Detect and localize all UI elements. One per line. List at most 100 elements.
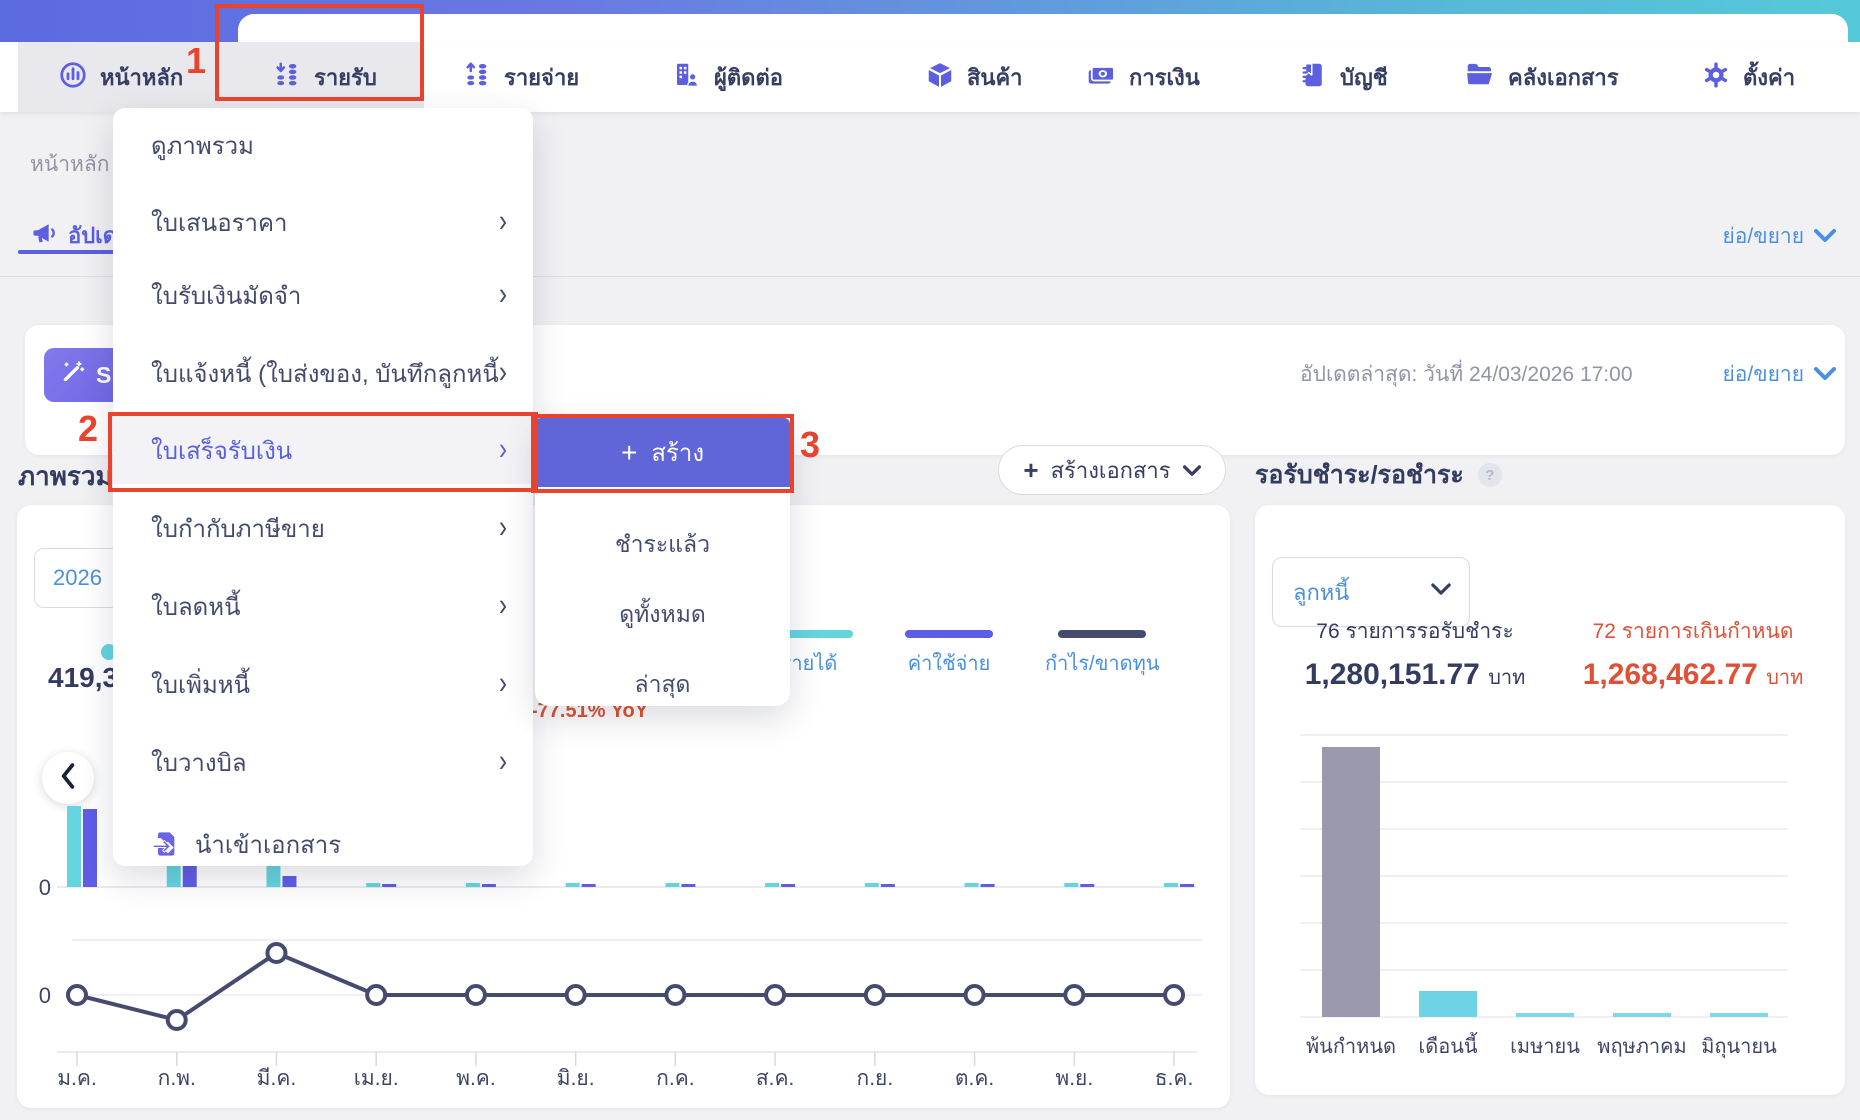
breadcrumb: หน้าหลัก bbox=[30, 153, 110, 176]
magic-wand-icon bbox=[60, 359, 86, 391]
chart-text: 0 bbox=[39, 875, 51, 900]
submenu-item-label: ดูทั้งหมด bbox=[619, 601, 706, 627]
create-document-button[interactable]: + สร้างเอกสาร bbox=[998, 445, 1226, 495]
documents-icon bbox=[1464, 60, 1496, 95]
recv-bar bbox=[1613, 1013, 1671, 1017]
expense-bar bbox=[681, 884, 696, 887]
megaphone-icon bbox=[30, 219, 58, 253]
revenue-bar bbox=[565, 883, 580, 887]
revenue-bar bbox=[366, 883, 381, 887]
chevron-right-icon: › bbox=[499, 743, 507, 779]
chart-text: ธ.ค. bbox=[1155, 1067, 1194, 1090]
profit-line bbox=[76, 950, 1175, 1023]
revenue-bar bbox=[765, 883, 780, 887]
recv-bar bbox=[1419, 991, 1477, 1017]
expense-bar bbox=[83, 809, 97, 887]
last-updated-text: อัปเดตล่าสุด: วันที่ 24/03/2026 17:00 bbox=[1300, 363, 1633, 386]
menu-item-7[interactable]: ใบเพิ่มหนี้ › bbox=[113, 650, 533, 718]
menu-item-2[interactable]: ใบรับเงินมัดจำ › bbox=[113, 261, 533, 329]
income-icon bbox=[272, 60, 302, 95]
menu-item-4[interactable]: ใบเสร็จรับเงิน › bbox=[113, 416, 533, 484]
menu-item-label: นำเข้าเอกสาร bbox=[195, 831, 342, 859]
revenue-bar bbox=[67, 806, 81, 887]
contacts-icon bbox=[672, 60, 702, 95]
line-marker bbox=[1063, 984, 1086, 1006]
help-icon[interactable]: ? bbox=[1477, 463, 1502, 487]
receipt-submenu: + สร้าง ชำระแล้ว ดูทั้งหมด ล่าสุด bbox=[535, 418, 790, 706]
nav-item-3[interactable]: ผู้ติดต่อ bbox=[672, 42, 783, 112]
plus-icon: + bbox=[620, 436, 638, 468]
menu-item-9[interactable]: นำเข้าเอกสาร bbox=[113, 810, 533, 878]
expense-bar bbox=[481, 884, 496, 887]
revenue-bar bbox=[665, 883, 680, 887]
chevron-right-icon: › bbox=[499, 354, 507, 390]
menu-item-1[interactable]: ใบเสนอราคา › bbox=[113, 188, 533, 256]
nav-item-2[interactable]: รายจ่าย bbox=[462, 42, 579, 112]
menu-item-label: ใบเสร็จรับเงิน bbox=[151, 437, 293, 465]
nav-item-label: รายจ่าย bbox=[504, 64, 580, 90]
line-marker bbox=[66, 984, 88, 1006]
collapse-toggle-banner[interactable]: ย่อ/ขยาย bbox=[1722, 358, 1836, 391]
line-marker bbox=[265, 942, 288, 964]
chevron-right-icon: › bbox=[499, 665, 507, 701]
chart-text: พ.ย. bbox=[1055, 1067, 1093, 1090]
nav-item-label: คลังเอกสาร bbox=[1508, 64, 1619, 90]
line-marker bbox=[365, 984, 388, 1006]
revenue-bar bbox=[964, 883, 979, 887]
chart-text: ม.ค. bbox=[57, 1067, 97, 1090]
plus-icon: + bbox=[1023, 454, 1039, 485]
menu-item-label: ใบรับเงินมัดจำ bbox=[151, 282, 302, 310]
income-dropdown-menu: ดูภาพรวม ใบเสนอราคา › ใบรับเงินมัดจำ › ใบแจ้ง… bbox=[113, 108, 533, 866]
expense-icon bbox=[462, 60, 492, 95]
menu-item-label: ใบเสนอราคา bbox=[151, 209, 288, 237]
nav-item-8[interactable]: ตั้งค่า bbox=[1701, 42, 1795, 112]
revenue-bar bbox=[1164, 883, 1179, 887]
create-receipt-button[interactable]: + สร้าง bbox=[535, 418, 790, 487]
home-icon bbox=[58, 60, 88, 95]
nav-item-1[interactable]: รายรับ bbox=[272, 42, 377, 112]
menu-item-6[interactable]: ใบลดหนี้ › bbox=[113, 572, 533, 640]
menu-item-0[interactable]: ดูภาพรวม bbox=[113, 111, 533, 179]
chart-text: พฤษภาคม bbox=[1597, 1036, 1686, 1058]
submenu-item-label: ชำระแล้ว bbox=[614, 531, 711, 557]
menu-item-3[interactable]: ใบแจ้งหนี้ (ใบส่งของ, บันทึกลูกหนี้) › bbox=[113, 339, 533, 407]
revenue-bar bbox=[864, 883, 879, 887]
create-document-label: สร้างเอกสาร bbox=[1050, 457, 1171, 483]
menu-item-5[interactable]: ใบกำกับภาษีขาย › bbox=[113, 494, 533, 562]
nav-item-6[interactable]: บัญชี bbox=[1298, 42, 1388, 112]
expense-bar bbox=[880, 884, 895, 887]
collapse-toggle-top-label: ย่อ/ขยาย bbox=[1722, 225, 1804, 248]
submenu-item-1[interactable]: ดูทั้งหมด bbox=[535, 582, 790, 648]
expense-bar bbox=[980, 884, 995, 887]
receivables-title: รอรับชำระ/รอชำระ bbox=[1255, 461, 1464, 489]
nav-item-0[interactable]: หน้าหลัก bbox=[58, 42, 183, 112]
chart-text: 0 bbox=[39, 983, 51, 1008]
receivables-bar-chart: พ้นกำหนด เดือนนี้ เมษายน พฤษภาคม มิถุนายน bbox=[1300, 734, 1788, 1059]
revenue-bar bbox=[465, 883, 480, 887]
recv-bar bbox=[1710, 1013, 1768, 1017]
expense-bar bbox=[781, 884, 796, 887]
submenu-item-0[interactable]: ชำระแล้ว bbox=[535, 512, 790, 578]
chevron-right-icon: › bbox=[499, 431, 507, 467]
line-marker bbox=[664, 984, 687, 1006]
nav-item-7[interactable]: คลังเอกสาร bbox=[1464, 42, 1619, 112]
menu-item-label: ใบเพิ่มหนี้ bbox=[151, 671, 251, 699]
chart-text: พ.ค. bbox=[456, 1067, 496, 1090]
nav-item-4[interactable]: สินค้า bbox=[925, 42, 1023, 112]
nav-item-label: การเงิน bbox=[1129, 64, 1200, 90]
chart-text: พ้นกำหนด bbox=[1306, 1036, 1396, 1058]
nav-item-label: บัญชี bbox=[1340, 64, 1388, 90]
chart-text: ส.ค. bbox=[756, 1067, 795, 1090]
chart-text: ก.ย. bbox=[856, 1067, 893, 1090]
submenu-item-2[interactable]: ล่าสุด bbox=[535, 652, 790, 718]
collapse-toggle-top[interactable]: ย่อ/ขยาย bbox=[1722, 220, 1836, 253]
nav-item-label: ตั้งค่า bbox=[1743, 64, 1796, 90]
menu-item-8[interactable]: ใบวางบิล › bbox=[113, 728, 533, 796]
expense-bar bbox=[1080, 884, 1095, 887]
chevron-right-icon: › bbox=[499, 276, 507, 312]
expense-bar bbox=[382, 884, 397, 887]
menu-item-label: ใบแจ้งหนี้ (ใบส่งของ, บันทึกลูกหนี้) bbox=[151, 360, 499, 388]
line-marker bbox=[564, 984, 587, 1006]
nav-item-5[interactable]: การเงิน bbox=[1085, 42, 1200, 112]
overview-section-title: ภาพรวม bbox=[18, 461, 113, 491]
